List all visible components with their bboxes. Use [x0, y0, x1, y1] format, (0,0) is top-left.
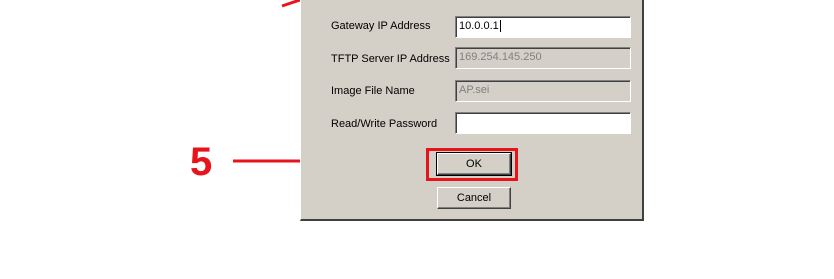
- gateway-ip-label: Gateway IP Address: [331, 20, 431, 32]
- text-caret: [499, 20, 501, 33]
- cancel-button[interactable]: Cancel: [437, 187, 511, 209]
- read-write-password-label: Read/Write Password: [331, 118, 438, 130]
- tftp-server-ip-label: TFTP Server IP Address: [331, 53, 450, 65]
- gateway-ip-input[interactable]: 10.0.0.1: [455, 16, 631, 38]
- image-file-name-label: Image File Name: [331, 85, 415, 97]
- step-arrow-top: [281, 0, 301, 8]
- network-settings-dialog: Gateway IP Address 10.0.0.1 TFTP Server …: [300, 0, 644, 221]
- gateway-ip-value: 10.0.0.1: [459, 20, 499, 32]
- step-number: 5: [190, 140, 213, 184]
- image-file-name-input: AP.sei: [455, 80, 631, 102]
- tftp-server-ip-input: 169.254.145.250: [455, 47, 631, 69]
- read-write-password-input[interactable]: [455, 112, 631, 134]
- ok-button-highlight: [426, 148, 518, 181]
